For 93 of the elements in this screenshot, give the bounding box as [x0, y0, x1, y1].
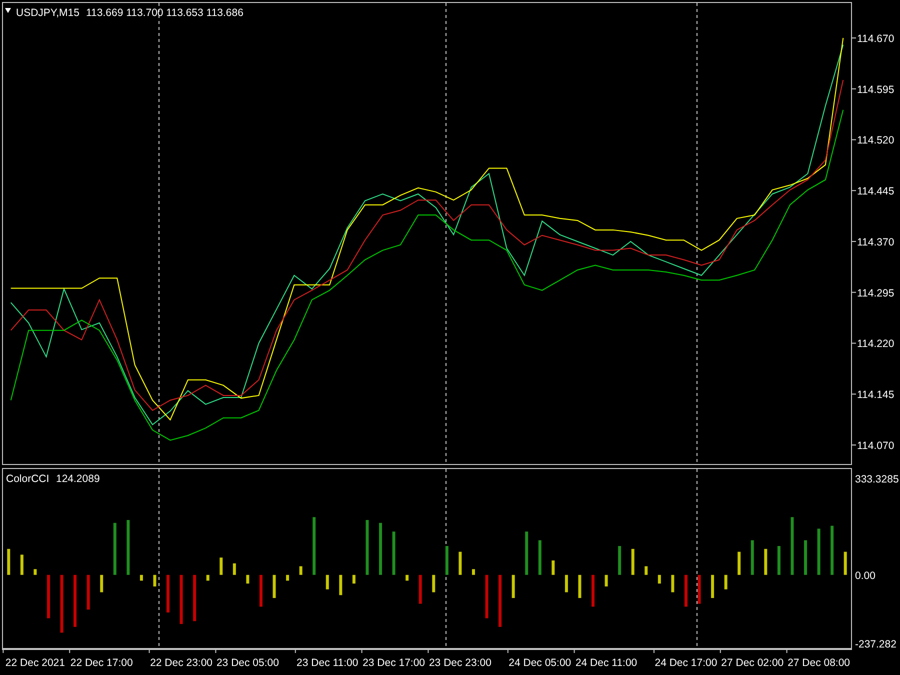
- cci-bar: [804, 540, 808, 575]
- cci-bar: [592, 574, 595, 607]
- cci-bar: [432, 574, 436, 592]
- cci-bar: [750, 540, 754, 575]
- cci-bar: [140, 574, 143, 581]
- axis-label: 22 Dec 23:00: [150, 657, 213, 669]
- axis-label: 24 Dec 17:00: [654, 657, 718, 669]
- axis-label: 114.220: [857, 338, 894, 350]
- cci-bar: [206, 574, 210, 581]
- dropdown-triangle-icon[interactable]: [5, 8, 11, 13]
- cci-bar: [724, 574, 728, 590]
- cci-bar: [246, 574, 250, 584]
- cci-bar: [538, 540, 542, 575]
- axis-label: 0.00: [855, 570, 876, 582]
- cci-bar: [20, 554, 24, 575]
- cci-bar: [472, 569, 475, 575]
- cci-bar: [392, 532, 396, 575]
- chart-symbol: USDJPY,M15: [16, 7, 80, 19]
- cci-bar: [790, 517, 794, 575]
- cci-bar: [220, 558, 223, 575]
- cci-bar: [166, 574, 170, 612]
- indicator-name: ColorCCI: [6, 473, 50, 485]
- axis-label: 114.070: [857, 440, 894, 452]
- axis-label: -237.282: [855, 638, 896, 650]
- cci-bar: [618, 546, 622, 575]
- axis-label: 23 Dec 17:00: [362, 657, 426, 669]
- cci-bar: [684, 574, 688, 607]
- cci-bar: [299, 566, 302, 575]
- cci-bar: [578, 574, 582, 598]
- cci-bar: [671, 574, 674, 592]
- cci-bar: [180, 574, 183, 624]
- cci-bar: [406, 574, 409, 581]
- cci-bar: [7, 548, 10, 575]
- axis-label: 27 Dec 02:00: [721, 657, 784, 669]
- cci-bar: [764, 548, 768, 575]
- axis-label: 114.370: [857, 236, 894, 248]
- axis-label: 27 Dec 08:00: [788, 657, 850, 669]
- cci-bar: [445, 546, 448, 575]
- axis-label: 114.295: [857, 287, 894, 300]
- cci-bar: [485, 574, 488, 618]
- axis-label: 114.520: [857, 134, 894, 147]
- cci-bar: [698, 574, 701, 604]
- cci-bar: [418, 574, 422, 604]
- axis-label: 114.670: [857, 32, 894, 45]
- axis-label: 23 Dec 11:00: [296, 657, 358, 669]
- indicator-value: 124.2089: [56, 473, 100, 485]
- cci-bar: [631, 548, 634, 575]
- axis-label: 24 Dec 11:00: [575, 657, 638, 669]
- cci-bar: [326, 574, 329, 590]
- cci-bar: [153, 574, 156, 586]
- cci-bar: [126, 520, 130, 575]
- axis-label: 22 Dec 17:00: [70, 657, 133, 669]
- cci-bar: [232, 563, 236, 575]
- cci-bar: [366, 520, 369, 575]
- cci-bar: [352, 574, 356, 584]
- cci-bar: [193, 574, 196, 622]
- cci-bar: [658, 574, 661, 584]
- cci-bar: [552, 560, 555, 575]
- cci-bar: [46, 574, 50, 618]
- cci-bar: [339, 574, 342, 596]
- cci-bar: [844, 552, 847, 575]
- cci-bar: [259, 574, 262, 607]
- cci-bar: [604, 574, 608, 586]
- cci-bar: [100, 574, 104, 592]
- cci-bar: [86, 574, 90, 610]
- cci-bar: [817, 528, 820, 575]
- cci-bar: [711, 574, 714, 598]
- cci-bar: [777, 546, 780, 575]
- cci-bar: [74, 574, 77, 627]
- cci-bar: [34, 569, 37, 575]
- cci-bar: [498, 574, 502, 627]
- cci-bar: [286, 574, 290, 581]
- ohlc-values: 113.669 113.700 113.653 113.686: [86, 7, 244, 19]
- axis-label: 22 Dec 2021: [5, 657, 65, 669]
- axis-label: 23 Dec 05:00: [216, 657, 279, 669]
- cci-bar: [458, 552, 462, 575]
- cci-bar: [60, 574, 64, 633]
- cci-bar: [830, 526, 834, 575]
- cci-bar: [738, 552, 741, 575]
- axis-label: 114.595: [857, 84, 894, 96]
- axis-label: 333.3285: [855, 474, 899, 486]
- axis-label: 114.145: [857, 389, 894, 402]
- axis-label: 24 Dec 05:00: [508, 657, 572, 669]
- cci-bar: [272, 574, 276, 598]
- cci-bar: [312, 517, 316, 575]
- axis-label: 23 Dec 23:00: [428, 657, 492, 669]
- cci-bar: [525, 532, 528, 575]
- cci-bar: [512, 574, 515, 598]
- axis-label: 114.445: [857, 186, 894, 198]
- cci-bar: [113, 522, 116, 575]
- cci-bar: [644, 566, 648, 575]
- cci-bar: [564, 574, 568, 592]
- cci-bar: [379, 522, 382, 575]
